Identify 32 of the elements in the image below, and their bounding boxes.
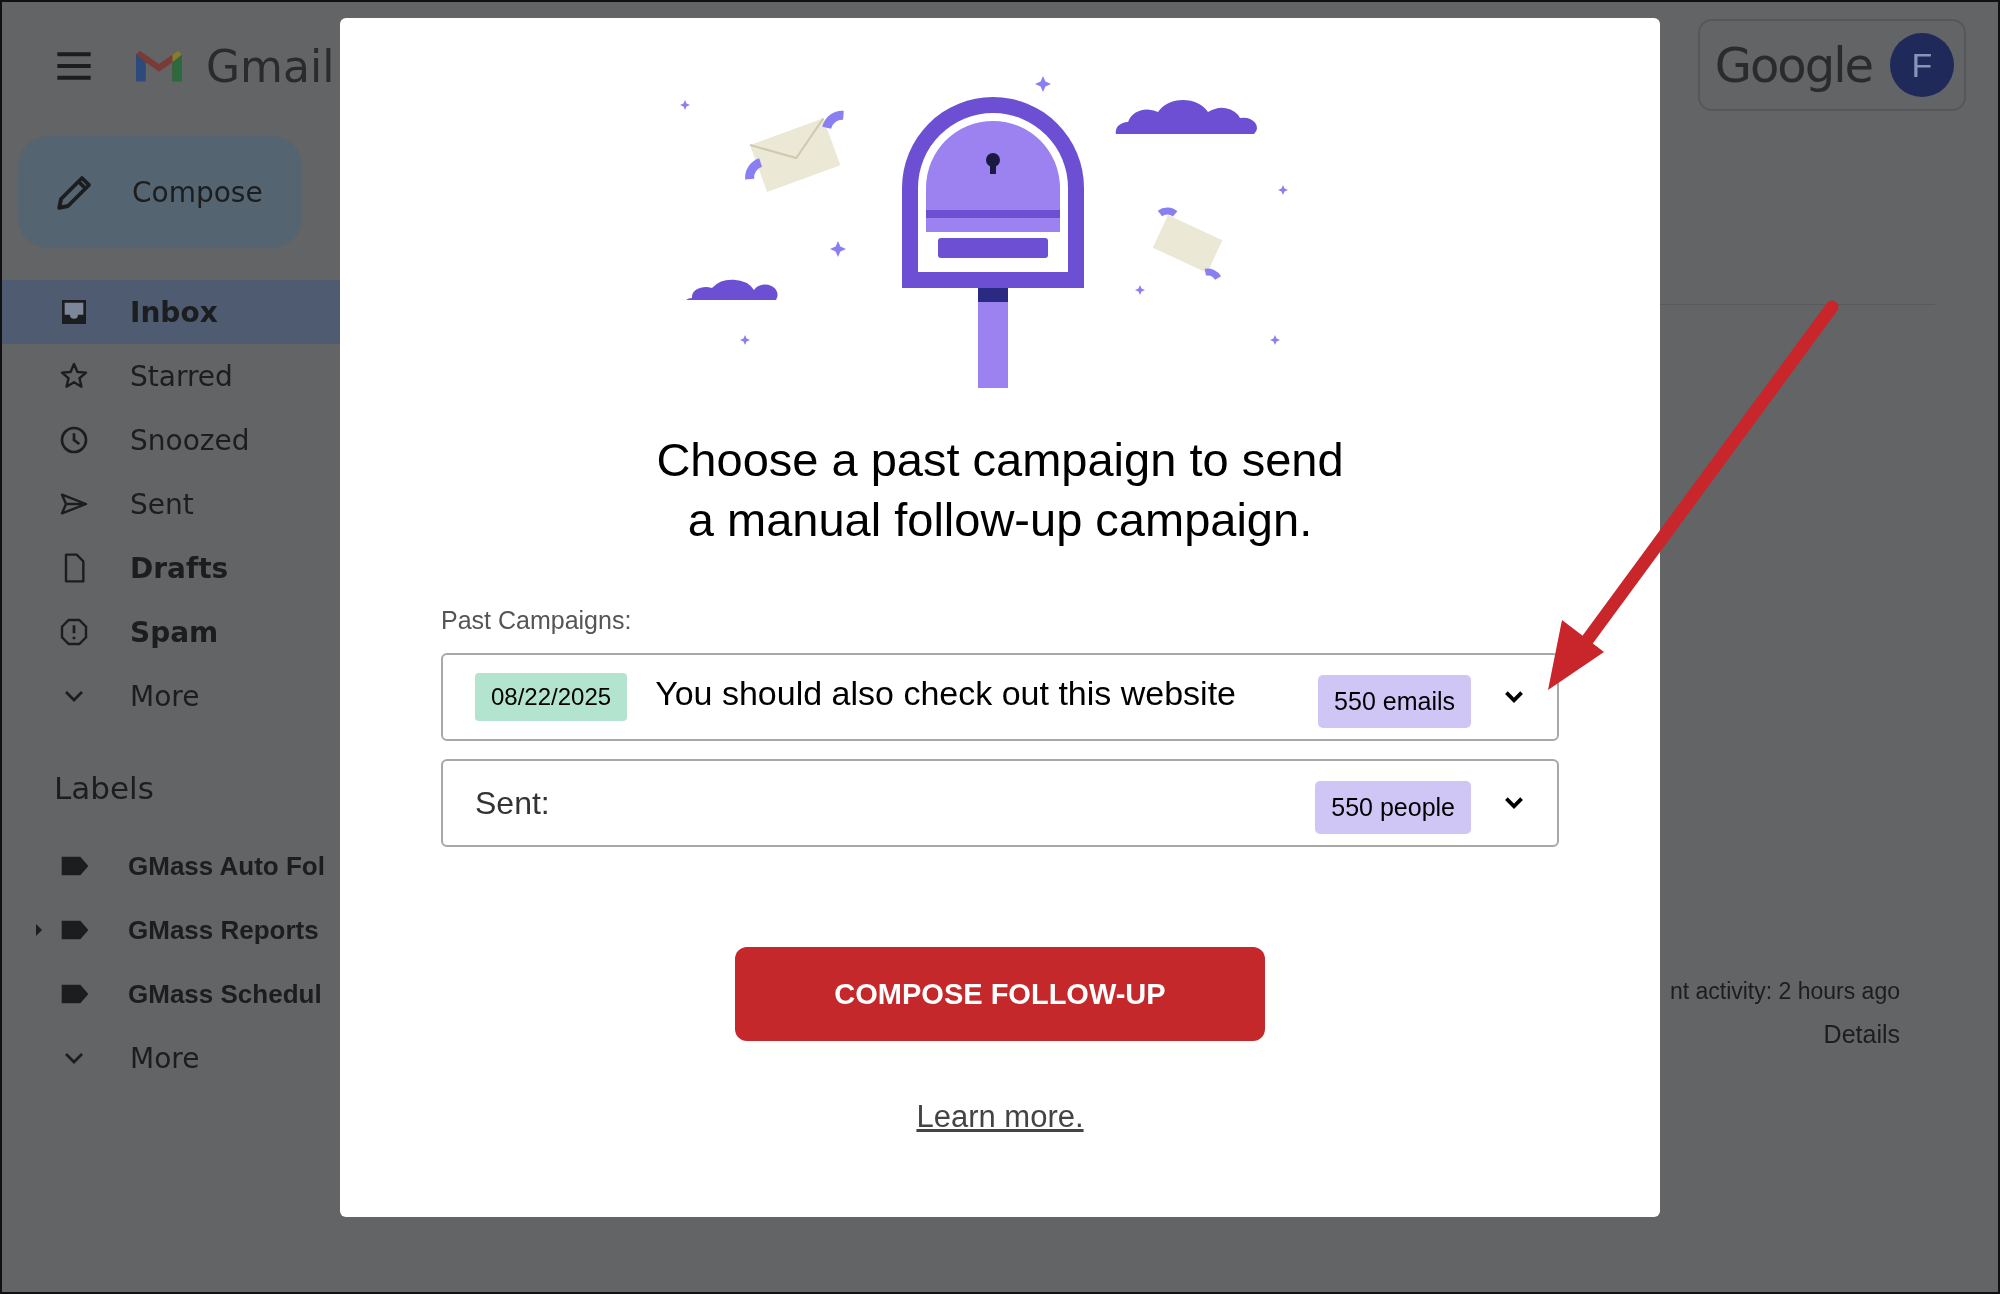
dialog-heading: Choose a past campaign to send a manual follow-up campaign.	[656, 432, 1344, 548]
folder-item[interactable]: Snoozed	[0, 408, 340, 472]
folder-item[interactable]: Sent	[0, 472, 340, 536]
details-link[interactable]: Details	[1823, 1020, 1900, 1049]
email-count-badge: 550 emails	[1318, 674, 1471, 728]
sent-dropdown[interactable]: Sent: 550 people	[441, 759, 1559, 847]
label-item[interactable]: GMass Reports	[0, 898, 340, 962]
field-label: Past Campaigns:	[441, 606, 633, 635]
campaign-dropdown[interactable]: 08/22/2025 You should also check out this website 550 emails	[441, 653, 1559, 741]
more-labels-item[interactable]: More	[0, 1026, 340, 1090]
campaign-subject: You should also check out this website	[655, 673, 1237, 713]
folder-item[interactable]: Starred	[0, 344, 340, 408]
learn-more-link[interactable]: Learn more.	[916, 1099, 1084, 1135]
label-item[interactable]: GMass Auto Fol	[0, 834, 340, 898]
date-tag: 08/22/2025	[475, 673, 628, 721]
folder-item[interactable]: Inbox	[0, 280, 340, 344]
folder-item[interactable]: Drafts	[0, 536, 340, 600]
avatar[interactable]: F	[1890, 33, 1954, 97]
clock-icon	[58, 424, 90, 456]
compose-button[interactable]: Compose	[18, 136, 302, 248]
product-name: Gmail	[206, 40, 335, 92]
labels-heading: Labels	[54, 770, 155, 806]
label-item[interactable]: GMass Schedul	[0, 962, 340, 1026]
folder-item[interactable]: Spam	[0, 600, 340, 664]
google-wordmark: Google	[1714, 37, 1872, 93]
exclamation-icon	[58, 616, 90, 648]
people-count-badge: 550 people	[1315, 780, 1471, 834]
folder-item[interactable]: More	[0, 664, 340, 728]
sent-label: Sent:	[475, 784, 551, 822]
account-switcher[interactable]: Google F	[1698, 19, 1966, 111]
activity-text: nt activity: 2 hours ago	[1669, 978, 1900, 1005]
compose-follow-up-button[interactable]: COMPOSE FOLLOW-UP	[735, 947, 1265, 1041]
